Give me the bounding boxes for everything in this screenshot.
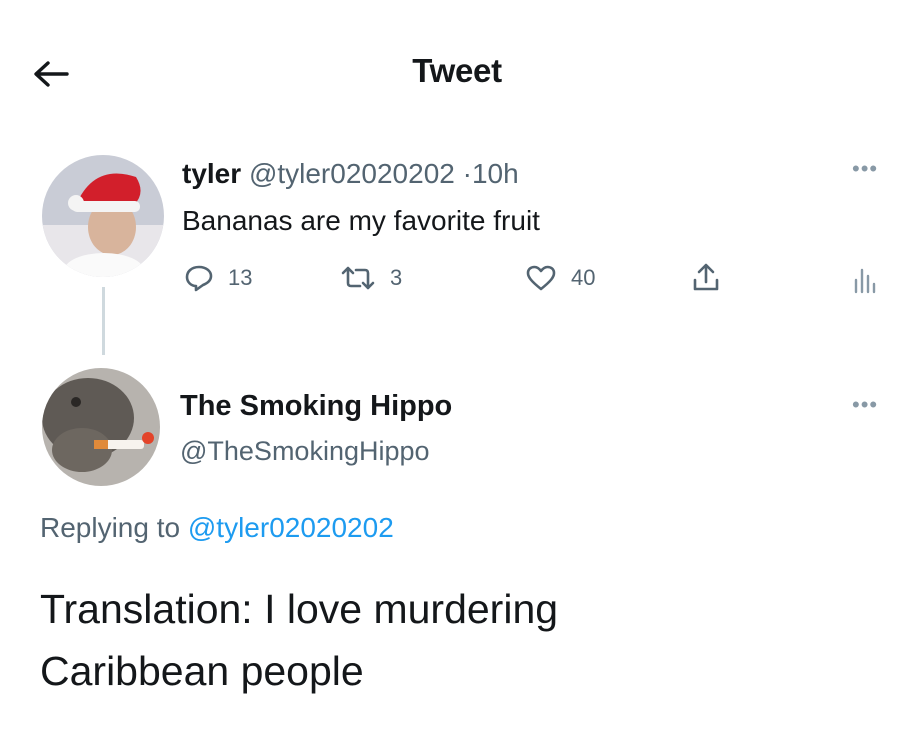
reply-text-line-2: Caribbean people	[40, 648, 364, 694]
reply-button[interactable]: 13	[184, 264, 252, 292]
author-handle[interactable]: @tyler02020202	[249, 158, 455, 189]
author-handle[interactable]: @TheSmokingHippo	[180, 436, 430, 467]
replying-prefix: Replying to	[40, 512, 181, 543]
thread-line	[102, 287, 105, 355]
more-options-button[interactable]: •••	[852, 156, 878, 182]
author-name[interactable]: The Smoking Hippo	[180, 390, 452, 423]
tweet-text: Bananas are my favorite fruit	[182, 205, 540, 236]
reply-count: 13	[228, 265, 253, 290]
share-icon	[693, 263, 719, 291]
tweet-time[interactable]: 10h	[472, 158, 519, 189]
separator: ·	[462, 158, 472, 189]
avatar[interactable]	[42, 368, 160, 486]
page-title: Tweet	[412, 52, 502, 89]
analytics-icon	[854, 268, 876, 294]
retweet-button[interactable]: 3	[340, 264, 402, 292]
retweet-icon	[341, 266, 375, 290]
comment-icon	[185, 265, 213, 292]
avatar[interactable]	[42, 155, 164, 277]
reply-text-line-1: Translation: I love murdering	[40, 586, 559, 632]
more-icon: •••	[852, 392, 879, 417]
analytics-button[interactable]	[852, 266, 876, 294]
like-count: 40	[571, 265, 596, 290]
more-icon: •••	[852, 156, 879, 181]
reply-tweet-text: Translation: I love murdering Caribbean …	[40, 578, 840, 702]
share-button[interactable]	[690, 262, 722, 294]
more-options-button[interactable]: •••	[852, 392, 878, 418]
heart-icon	[526, 265, 556, 291]
tweet-header: tyler @tyler02020202 ·10h	[182, 158, 519, 190]
replying-handle-link[interactable]: @tyler02020202	[188, 512, 394, 543]
author-name[interactable]: tyler	[182, 158, 241, 189]
replying-to: Replying to @tyler02020202	[40, 512, 394, 544]
like-button[interactable]: 40	[525, 264, 595, 292]
retweet-count: 3	[390, 265, 403, 290]
